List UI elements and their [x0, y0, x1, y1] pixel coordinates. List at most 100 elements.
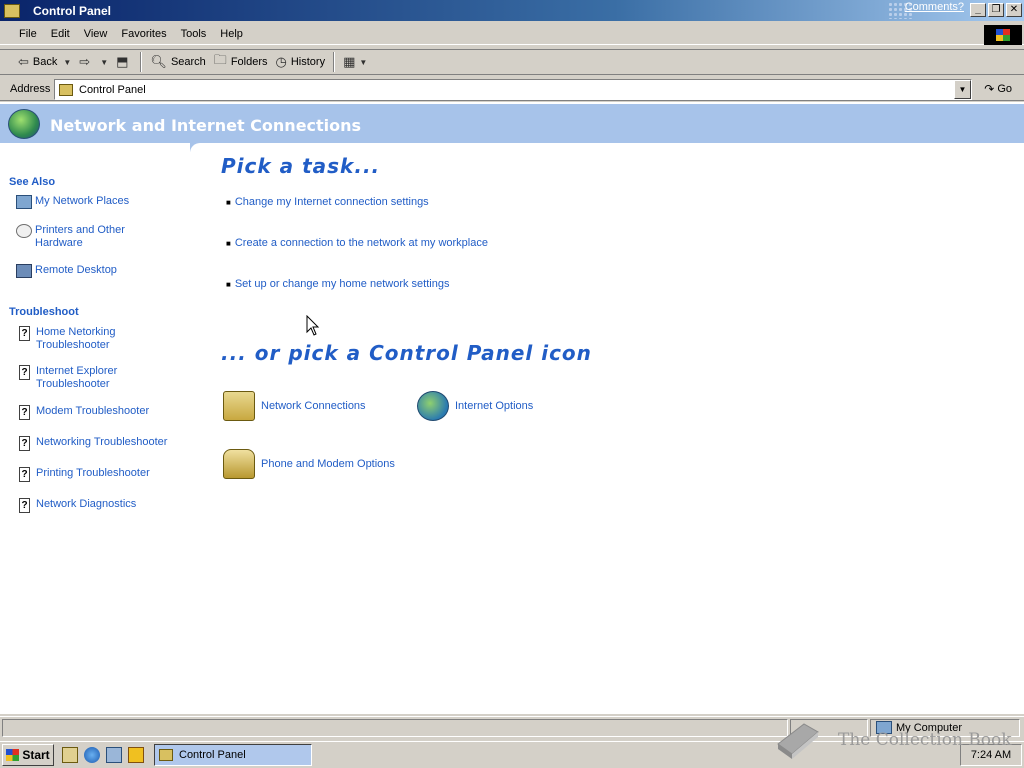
folders-label: Folders [230, 56, 268, 68]
control-panel-icon [59, 83, 73, 96]
mouse-icon [16, 224, 32, 238]
history-label: History [290, 56, 326, 68]
search-button[interactable]: 🔍︎ Search [146, 51, 209, 73]
taskbar-control-panel-button[interactable]: Control Panel [154, 744, 312, 766]
content-pane: Network and Internet Connections See Als… [0, 102, 1024, 714]
category-header: Network and Internet Connections [0, 104, 1024, 143]
toolbar-separator [140, 52, 143, 72]
network-connections-item[interactable]: Network Connections [223, 391, 366, 421]
history-icon: ◷ [275, 54, 287, 69]
toolbar-separator [333, 52, 336, 72]
help-question-icon: ? [19, 365, 30, 380]
forward-arrow-icon: ⇨ [79, 54, 91, 69]
minimize-button[interactable]: _ [970, 3, 986, 17]
address-input[interactable]: Control Panel ▼ [54, 79, 972, 100]
menu-tools[interactable]: Tools [174, 28, 214, 40]
folders-icon: 🗀 [213, 52, 227, 67]
address-label: Address [10, 83, 51, 95]
help-question-icon: ? [19, 436, 30, 451]
forward-dropdown-icon[interactable]: ▼ [100, 58, 108, 67]
control-panel-icon [159, 749, 173, 761]
see-also-printers-hardware[interactable]: Printers and Other Hardware [16, 224, 136, 250]
internet-options-icon [417, 391, 449, 421]
troubleshoot-network-diagnostics[interactable]: ? Network Diagnostics [16, 498, 136, 513]
address-value: Control Panel [79, 83, 146, 96]
menu-favorites[interactable]: Favorites [114, 28, 173, 40]
internet-explorer-icon[interactable] [84, 747, 100, 763]
outlook-express-icon[interactable] [106, 747, 122, 763]
restore-button[interactable]: ❐ [988, 3, 1004, 17]
pick-icon-heading: ... or pick a Control Panel icon [221, 341, 592, 365]
task-home-network-settings[interactable]: ■ Set up or change my home network setti… [226, 278, 449, 290]
category-title: Network and Internet Connections [50, 116, 362, 135]
troubleshoot-internet-explorer[interactable]: ? Internet Explorer Troubleshooter [16, 365, 136, 391]
troubleshoot-modem[interactable]: ? Modem Troubleshooter [16, 405, 149, 420]
go-button[interactable]: ↷ Go [984, 82, 1012, 96]
media-player-icon[interactable] [128, 747, 144, 763]
search-label: Search [170, 56, 206, 68]
header-curve-inner [190, 143, 1024, 153]
menu-help[interactable]: Help [213, 28, 250, 40]
folders-button[interactable]: 🗀 Folders [210, 51, 272, 73]
help-question-icon: ? [19, 467, 30, 482]
phone-modem-icon [223, 449, 255, 479]
back-label: Back [32, 56, 58, 68]
forward-button[interactable]: ⇨ ▼ [75, 51, 112, 73]
status-main-pane [2, 719, 788, 737]
troubleshoot-printing[interactable]: ? Printing Troubleshooter [16, 467, 150, 482]
views-button[interactable]: ▦ ▼ [339, 51, 371, 73]
comments-link[interactable]: Comments? [905, 1, 964, 13]
menu-edit[interactable]: Edit [44, 28, 77, 40]
start-button[interactable]: Start [2, 744, 54, 766]
pick-task-heading: Pick a task... [221, 154, 381, 178]
address-dropdown-icon[interactable]: ▼ [954, 80, 971, 99]
network-connections-icon [223, 391, 255, 421]
address-bar: Address Control Panel ▼ ↷ Go [0, 78, 1024, 101]
watermark-text: The Collection Book [838, 730, 1012, 750]
views-dropdown-icon[interactable]: ▼ [359, 58, 367, 67]
views-icon: ▦ [343, 54, 356, 69]
see-also-remote-desktop[interactable]: Remote Desktop [16, 264, 117, 278]
close-button[interactable]: ✕ [1006, 3, 1022, 17]
help-question-icon: ? [19, 405, 30, 420]
see-also-heading: See Also [9, 176, 56, 188]
network-internet-icon [8, 109, 40, 139]
book-icon [777, 723, 819, 759]
menu-file[interactable]: File [12, 28, 44, 40]
window-title: Control Panel [33, 3, 112, 18]
help-question-icon: ? [19, 498, 30, 513]
show-desktop-icon[interactable] [62, 747, 78, 763]
back-dropdown-icon[interactable]: ▼ [63, 58, 71, 67]
bullet: ■ [226, 197, 231, 207]
up-folder-button[interactable]: ⬒ [112, 51, 136, 73]
bullet: ■ [226, 238, 231, 248]
back-button[interactable]: ⇦ Back ▼ [14, 51, 75, 73]
help-question-icon: ? [19, 326, 30, 341]
see-also-my-network-places[interactable]: My Network Places [16, 195, 129, 209]
windows-logo-icon [6, 749, 20, 761]
watermark: The Collection Book [774, 720, 1012, 760]
title-bar[interactable]: Control Panel Comments? _ ❐ ✕ [0, 0, 1024, 21]
menu-bar: File Edit View Favorites Tools Help [0, 23, 1024, 45]
control-panel-icon [4, 3, 20, 18]
menu-view[interactable]: View [77, 28, 115, 40]
troubleshoot-heading: Troubleshoot [9, 306, 79, 318]
back-arrow-icon: ⇦ [18, 54, 29, 69]
phone-modem-options-item[interactable]: Phone and Modem Options [223, 449, 395, 479]
go-arrow-icon: ↷ [984, 82, 995, 96]
task-change-internet-settings[interactable]: ■ Change my Internet connection settings [226, 196, 429, 208]
search-icon: 🔍︎ [150, 54, 167, 69]
toolbar: ⇦ Back ▼ ⇨ ▼ ⬒ 🔍︎ Search 🗀 Folders ◷ His… [0, 49, 1024, 75]
troubleshoot-networking[interactable]: ? Networking Troubleshooter [16, 436, 167, 451]
up-folder-icon: ⬒ [116, 54, 129, 69]
go-label: Go [997, 83, 1012, 95]
quick-launch [62, 747, 144, 763]
internet-options-item[interactable]: Internet Options [417, 391, 533, 421]
remote-desktop-icon [16, 264, 32, 278]
bullet: ■ [226, 279, 231, 289]
history-button[interactable]: ◷ History [272, 51, 330, 73]
network-places-icon [16, 195, 32, 209]
task-create-workplace-connection[interactable]: ■ Create a connection to the network at … [226, 237, 488, 249]
windows-logo-icon [984, 25, 1022, 45]
troubleshoot-home-networking[interactable]: ? Home Netorking Troubleshooter [16, 326, 126, 352]
